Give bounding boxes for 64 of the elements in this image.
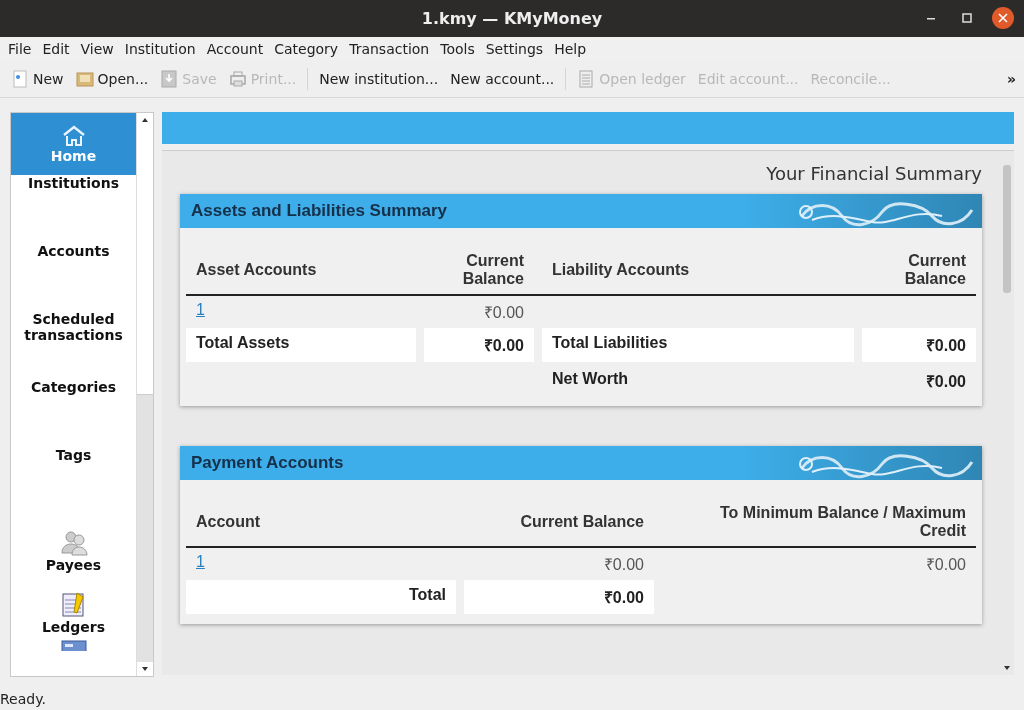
window-title: 1.kmy — KMyMoney [421,9,603,28]
scrollbar-thumb[interactable] [1003,165,1011,293]
menu-item[interactable]: Edit [38,41,77,57]
total-label: Total [186,580,456,614]
column-header: Current Balance [519,512,645,532]
sidebar-item[interactable]: Ledgers [11,577,136,639]
menu-item[interactable]: Category [270,41,346,57]
sidebar-item[interactable]: Home [11,113,136,175]
sidebar-item[interactable]: Scheduled transactions [11,311,136,379]
page-title: Your Financial Summary [766,163,982,184]
column-header: Asset Accounts [195,260,318,280]
folder-icon [75,70,94,88]
menu-item[interactable]: Tools [436,41,482,57]
status-text: Ready. [0,690,47,709]
net-worth-value: ₹0.00 [924,372,967,392]
total-value: ₹0.00 [862,328,976,362]
toolbar-button[interactable]: New account... [445,68,560,90]
ledger-icon [577,70,596,88]
total-value: ₹0.00 [424,328,534,362]
account-link[interactable]: 1 [196,301,205,323]
menu-item[interactable]: File [4,41,39,57]
sidebar-item[interactable]: Payees [11,515,136,577]
column-header: Account [195,512,261,532]
bank-card-icon [59,639,88,651]
column-header: Liability Accounts [551,260,691,280]
close-icon [998,13,1008,23]
maximize-icon [962,13,972,23]
account-link[interactable]: 1 [196,553,205,575]
card-title: Assets and Liabilities Summary [190,201,448,221]
sidebar-item[interactable]: Categories [11,379,136,447]
table-cell-text: ₹0.00 [483,303,524,323]
people-icon [59,529,88,557]
toolbar-button[interactable]: Open... [70,67,154,91]
notepad-pencil-icon [60,591,87,619]
total-value: ₹0.00 [464,580,654,614]
column-header: Current Balance [903,251,967,289]
total-label: Total Liabilities [542,328,854,362]
menu-item[interactable]: Settings [481,41,551,57]
sidebar-item[interactable]: Accounts [11,243,136,311]
total-label: Total Assets [186,328,416,362]
scroll-down-icon [141,666,149,672]
menu-item[interactable]: View [76,41,121,57]
toolbar-button[interactable]: New [6,67,69,91]
column-header: To Minimum Balance / Maximum Credit [719,503,967,541]
sidebar-item[interactable]: Tags [11,447,136,515]
save-icon [160,70,179,88]
table-cell-text: ₹0.00 [925,555,966,575]
document-icon [11,70,29,88]
scroll-up-icon [141,117,149,123]
toolbar-button[interactable]: New institution... [314,68,444,90]
net-worth-label: Net Worth [551,369,630,389]
printer-icon [228,70,247,88]
sidebar-item[interactable]: Institutions [11,175,136,243]
menu-item[interactable]: Account [202,41,271,57]
menu-item[interactable]: Transaction [345,41,437,57]
menu-item[interactable]: Help [550,41,594,57]
menu-item[interactable]: Institution [120,41,203,57]
overflow-button[interactable]: » [1006,71,1016,87]
column-header: Current Balance [461,251,525,289]
sidebar-scrollbar[interactable] [136,113,153,676]
close-button[interactable] [992,7,1014,29]
scroll-down-icon [1003,665,1011,671]
table-cell-text: ₹0.00 [603,555,644,575]
card-title: Payment Accounts [190,453,344,473]
